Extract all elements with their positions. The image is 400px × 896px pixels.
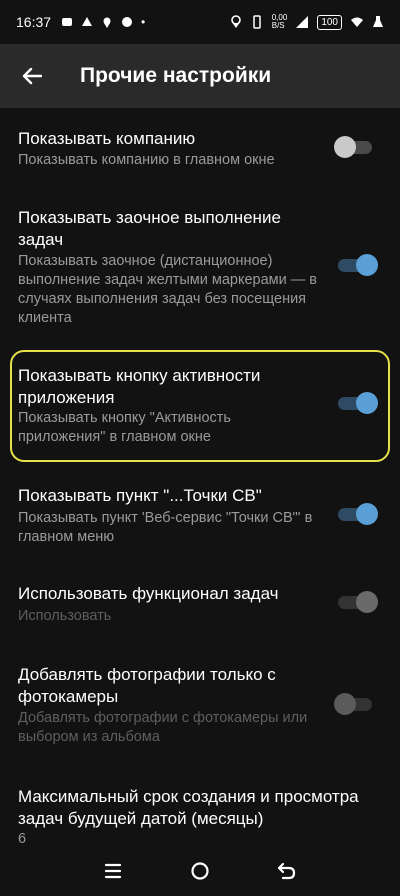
setting-title: Показывать кнопку активности приложения	[18, 366, 261, 407]
setting-title: Показывать заочное выполнение задач	[18, 208, 281, 249]
setting-camera-only-photos[interactable]: Добавлять фотографии только с фотокамеры…	[0, 646, 400, 770]
setting-title: Максимальный срок создания и просмотра з…	[18, 787, 359, 828]
notification-icon	[82, 17, 93, 26]
setting-summary: Показывать пункт 'Веб-сервис "Точки СВ"'…	[18, 510, 313, 545]
setting-max-future-task-period[interactable]: Максимальный срок создания и просмотра з…	[0, 770, 400, 850]
setting-show-remote-tasks[interactable]: Показывать заочное выполнение задач Пока…	[0, 190, 400, 346]
setting-title: Использовать функционал задач	[18, 584, 279, 603]
network-speed-unit: B/S	[271, 21, 285, 30]
setting-title: Показывать компанию	[18, 129, 196, 148]
setting-title: Добавлять фотографии только с фотокамеры	[18, 665, 276, 706]
system-back-button[interactable]	[267, 851, 307, 891]
toggle-switch[interactable]	[334, 135, 378, 159]
setting-title: Показывать пункт "...Точки СВ"	[18, 486, 262, 505]
setting-show-sv-points[interactable]: Показывать пункт "...Точки СВ" Показыват…	[0, 466, 400, 566]
recent-apps-button[interactable]	[93, 851, 133, 891]
back-icon	[277, 862, 295, 880]
toggle-switch[interactable]	[334, 502, 378, 526]
status-time: 16:37	[16, 14, 52, 30]
status-notification-icons: •	[61, 15, 145, 29]
wifi-icon	[351, 17, 363, 27]
system-nav-bar	[0, 846, 400, 896]
switch-thumb	[334, 136, 356, 158]
vibrate-icon	[252, 15, 261, 29]
switch-thumb	[356, 503, 378, 525]
flask-icon	[373, 16, 383, 27]
menu-icon	[105, 863, 122, 879]
setting-summary: Показывать кнопку "Активность приложения…	[18, 410, 231, 445]
setting-summary: Показывать компанию в главном окне	[18, 152, 275, 168]
status-bar: 16:37 • 0,00 B/S 100	[0, 0, 400, 44]
switch-thumb	[356, 392, 378, 414]
page-title: Прочие настройки	[80, 64, 272, 87]
home-button[interactable]	[180, 851, 220, 891]
setting-summary: Добавлять фотографии с фотокамеры или вы…	[18, 710, 308, 745]
battery-icon: 100	[317, 14, 342, 30]
network-speed: 0,00 B/S	[272, 14, 288, 30]
setting-show-activity-button[interactable]: Показывать кнопку активности приложения …	[0, 346, 400, 466]
toggle-switch[interactable]	[334, 253, 378, 277]
toggle-switch[interactable]	[334, 590, 378, 614]
toggle-switch[interactable]	[334, 391, 378, 415]
location-icon	[230, 15, 241, 28]
switch-thumb	[334, 693, 356, 715]
app-bar: Прочие настройки	[0, 44, 400, 108]
notification-icon	[122, 17, 133, 27]
notification-icon	[62, 18, 73, 26]
setting-use-tasks[interactable]: Использовать функционал задач Использова…	[0, 566, 400, 646]
arrow-left-icon	[22, 67, 42, 85]
back-button[interactable]	[12, 56, 52, 96]
switch-thumb	[356, 254, 378, 276]
toggle-switch[interactable]	[334, 692, 378, 716]
status-dot: •	[141, 15, 146, 29]
setting-summary: Показывать заочное (дистанционное) выпол…	[18, 253, 317, 326]
setting-summary: Использовать	[18, 608, 112, 624]
location-pin-icon	[103, 17, 111, 28]
switch-thumb	[356, 591, 378, 613]
signal-icon	[296, 16, 309, 28]
home-icon	[191, 862, 209, 880]
setting-show-company[interactable]: Показывать компанию Показывать компанию …	[0, 108, 400, 190]
status-right-icons: 0,00 B/S 100	[230, 14, 384, 30]
